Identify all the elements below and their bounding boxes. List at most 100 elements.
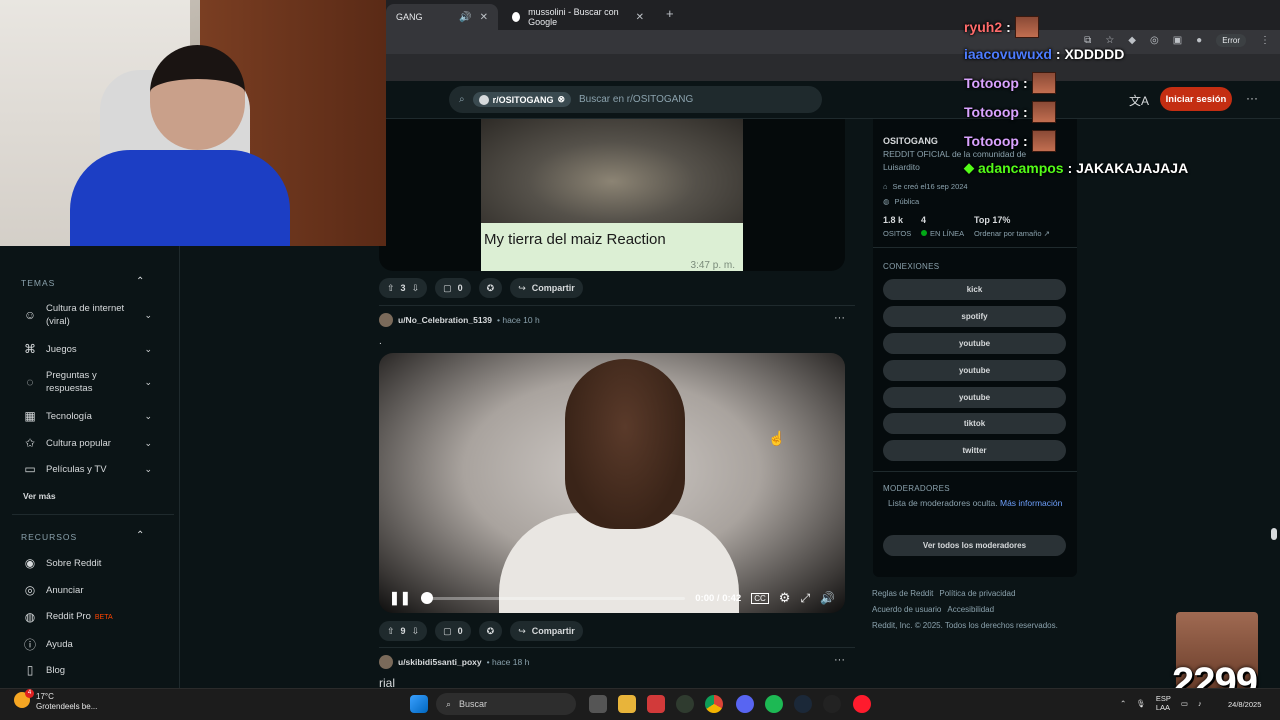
video-progress-bar[interactable] xyxy=(420,591,686,604)
close-icon[interactable]: ✕ xyxy=(636,12,644,23)
post-author[interactable]: u/No_Celebration_5139 xyxy=(398,315,492,325)
new-tab-button[interactable]: + xyxy=(666,6,674,21)
chat-text: : xyxy=(1022,133,1028,149)
tab-ositogang[interactable]: GANG 🔊 ✕ xyxy=(386,4,498,30)
weather-sun-icon: 4 xyxy=(14,689,34,708)
share-button[interactable]: ↪ Compartir xyxy=(510,621,583,641)
connection-twitter-button[interactable]: twitter xyxy=(883,440,1066,461)
temas-header: TEMAS xyxy=(21,278,56,288)
sidebar-item-tecnologia[interactable]: ▦ Tecnología ⌄ xyxy=(22,409,152,423)
chrome-icon[interactable] xyxy=(705,695,723,713)
comments-button[interactable]: ▢ 0 xyxy=(435,621,471,641)
connection-kick-button[interactable]: kick xyxy=(883,279,1066,300)
network-icon[interactable]: ▭ xyxy=(1181,699,1188,708)
sidebar-item-preguntas[interactable]: ◌ Preguntas y respuestas ⌄ xyxy=(22,369,152,395)
settings-gear-icon[interactable]: ⚙ xyxy=(779,590,791,606)
volume-icon[interactable]: ♪ xyxy=(1198,699,1202,708)
connection-youtube-button[interactable]: youtube xyxy=(883,360,1066,381)
reddit-search-bar[interactable]: ⌕ r/OSITOGANG ⊗ Buscar en r/OSITOGANG xyxy=(449,86,822,113)
share-icon: ↪ xyxy=(518,625,526,636)
windows-start-icon[interactable] xyxy=(410,695,428,713)
connection-spotify-button[interactable]: spotify xyxy=(883,306,1066,327)
obs-icon[interactable] xyxy=(823,695,841,713)
downvote-icon[interactable]: ⇩ xyxy=(412,283,420,294)
sidebar-item-reddit-pro[interactable]: ◍ Reddit Pro BETA xyxy=(22,610,152,624)
taskbar-search[interactable]: ⌕ Buscar xyxy=(436,693,576,715)
footer-link-privacy[interactable]: Política de privacidad xyxy=(939,589,1015,598)
connection-tiktok-button[interactable]: tiktok xyxy=(883,413,1066,434)
taskbar-date[interactable]: 24/8/2025 xyxy=(1228,700,1261,709)
emote-icon xyxy=(1014,16,1039,38)
clear-chip-icon[interactable]: ⊗ xyxy=(557,94,565,105)
view-all-moderators-button[interactable]: Ver todos los moderadores xyxy=(883,535,1066,556)
close-icon[interactable]: ✕ xyxy=(480,12,488,23)
footer-link-accessibility[interactable]: Accesibilidad xyxy=(947,605,994,614)
sidebar-item-label: Preguntas y respuestas xyxy=(46,370,97,394)
task-view-icon[interactable] xyxy=(589,695,607,713)
sidebar-item-label: Anunciar xyxy=(46,584,84,596)
file-explorer-icon[interactable] xyxy=(618,695,636,713)
connection-youtube-button[interactable]: youtube xyxy=(883,387,1066,408)
weather-widget[interactable]: 4 17°C Grotendeels be... xyxy=(14,689,97,712)
sidebar-item-cultura-internet[interactable]: ☺ Cultura de internet (viral) ⌄ xyxy=(22,302,152,328)
sidebar-item-sobre-reddit[interactable]: ◉ Sobre Reddit xyxy=(22,556,152,570)
microphone-icon[interactable]: 🎙 xyxy=(1136,699,1146,708)
search-input[interactable]: Buscar en r/OSITOGANG xyxy=(579,94,693,105)
divider xyxy=(12,514,174,515)
post-divider xyxy=(379,305,855,306)
sidebar-item-juegos[interactable]: ⌘ Juegos ⌄ xyxy=(22,342,152,356)
upvote-icon[interactable]: ⇧ xyxy=(387,283,395,294)
upvote-icon[interactable]: ⇧ xyxy=(387,626,395,637)
post-author[interactable]: u/skibidi5santi_poxy xyxy=(398,657,482,667)
sidebar-item-peliculas[interactable]: ▭ Películas y TV ⌄ xyxy=(22,462,152,476)
award-button[interactable]: ✪ xyxy=(478,621,503,641)
beta-badge: BETA xyxy=(94,614,113,621)
rank-label[interactable]: Ordenar por tamaño xyxy=(974,229,1042,238)
fullscreen-icon[interactable]: ⤢ xyxy=(800,591,810,606)
members-count: 1.8 k xyxy=(883,215,904,225)
sidebar-item-label: Sobre Reddit xyxy=(46,557,102,569)
volume-icon[interactable]: 🔊 xyxy=(820,591,835,605)
share-button[interactable]: ↪ Compartir xyxy=(510,278,583,298)
chevron-up-icon[interactable]: ⌃ xyxy=(136,276,144,287)
visibility-text: Pública xyxy=(894,197,920,206)
video-player[interactable]: ❚❚ 0:00 / 0:42 CC ⚙ ⤢ 🔊 xyxy=(379,353,845,613)
sidebar-item-blog[interactable]: ▯ Blog xyxy=(22,663,152,677)
language-code[interactable]: ESP xyxy=(1156,694,1171,703)
sidebar-item-ayuda[interactable]: ⓘ Ayuda xyxy=(22,636,152,653)
speaker-icon[interactable]: 🔊 xyxy=(459,12,471,23)
captions-icon[interactable]: CC xyxy=(751,592,769,604)
chevron-down-icon: ⌄ xyxy=(144,309,152,320)
sidebar-item-anunciar[interactable]: ◎ Anunciar xyxy=(22,583,152,597)
post-image[interactable]: My tierra del maiz Reaction 3:47 p. m. xyxy=(379,119,845,271)
post-options-icon[interactable]: ··· xyxy=(834,312,845,324)
app-icon[interactable] xyxy=(676,695,694,713)
downvote-icon[interactable]: ⇩ xyxy=(412,626,420,637)
pause-icon[interactable]: ❚❚ xyxy=(389,590,411,606)
progress-knob[interactable] xyxy=(420,591,433,604)
steam-icon[interactable] xyxy=(794,695,812,713)
scrollbar-thumb[interactable] xyxy=(1271,528,1277,540)
comments-button[interactable]: ▢ 0 xyxy=(435,278,471,298)
chevron-up-icon[interactable]: ⌃ xyxy=(1120,699,1126,708)
connection-youtube-button[interactable]: youtube xyxy=(883,333,1066,354)
weather-badge: 4 xyxy=(25,689,34,698)
footer-link-user-agreement[interactable]: Acuerdo de usuario xyxy=(872,605,941,614)
opera-icon[interactable] xyxy=(853,695,871,713)
tab-google[interactable]: mussolini - Buscar con Google ✕ xyxy=(502,4,654,30)
sidebar-item-cultura-popular[interactable]: ✩ Cultura popular ⌄ xyxy=(22,436,152,450)
footer-link-rules[interactable]: Reglas de Reddit xyxy=(872,589,933,598)
app-icon[interactable] xyxy=(647,695,665,713)
avatar[interactable] xyxy=(379,313,393,327)
award-button[interactable]: ✪ xyxy=(478,278,503,298)
chat-username: iaacovuwuxd xyxy=(964,46,1052,62)
post-options-icon[interactable]: ··· xyxy=(834,654,845,666)
subreddit-search-chip[interactable]: r/OSITOGANG ⊗ xyxy=(472,92,571,107)
ver-mas-link[interactable]: Ver más xyxy=(23,491,56,501)
chevron-up-icon[interactable]: ⌃ xyxy=(136,530,144,541)
avatar[interactable] xyxy=(379,655,393,669)
spotify-icon[interactable] xyxy=(765,695,783,713)
discord-icon[interactable] xyxy=(736,695,754,713)
more-info-link[interactable]: Más información xyxy=(1000,498,1062,508)
meme-caption-time: 3:47 p. m. xyxy=(690,260,735,271)
